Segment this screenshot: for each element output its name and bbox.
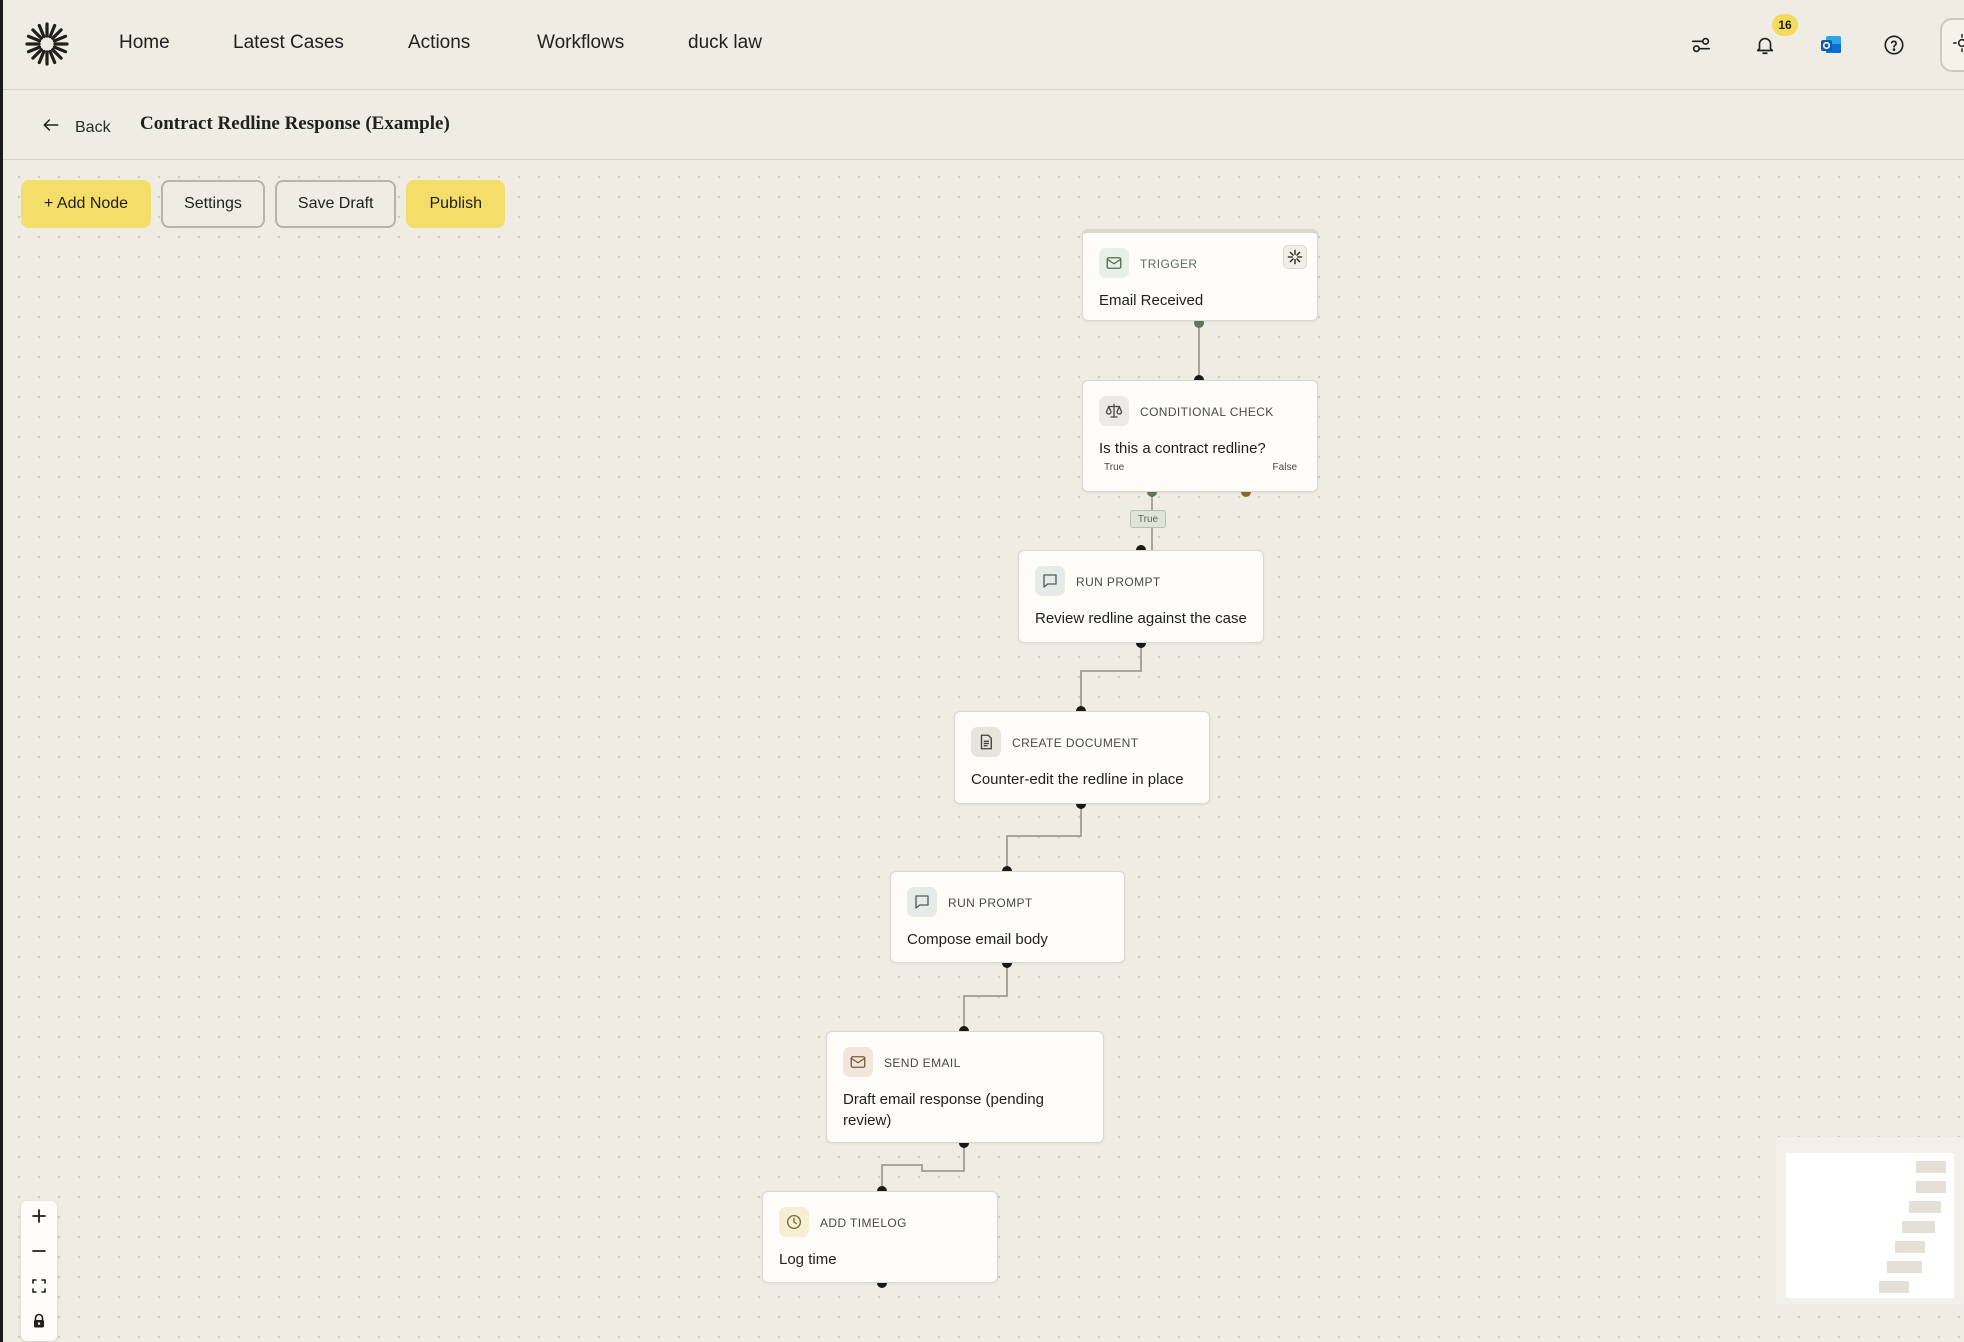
minimap-node	[1909, 1201, 1941, 1213]
minimap-node	[1887, 1261, 1922, 1273]
true-branch-label: True	[1104, 462, 1125, 473]
node-label: Is this a contract redline?	[1099, 440, 1266, 457]
nav-duck-law[interactable]: duck law	[688, 32, 762, 54]
lock-icon	[31, 1313, 47, 1334]
node-type-label: RUN PROMPT	[1076, 575, 1161, 589]
nav-workflows[interactable]: Workflows	[537, 32, 624, 54]
false-branch-label: False	[1272, 462, 1297, 473]
save-draft-button[interactable]: Save Draft	[274, 180, 397, 228]
minimap-node	[1895, 1241, 1925, 1253]
document-icon	[971, 727, 1001, 757]
back-button[interactable]: Back	[41, 115, 111, 140]
node-trigger[interactable]: TRIGGER Email Received	[1082, 229, 1318, 321]
minimap-node	[1916, 1161, 1946, 1173]
publish-button[interactable]: Publish	[406, 180, 505, 228]
node-type-label: TRIGGER	[1140, 257, 1198, 271]
canvas-toolbar: + Add Node Settings Save Draft Publish	[21, 180, 505, 228]
app-logo-icon[interactable]	[23, 20, 71, 68]
node-settings-icon[interactable]	[1283, 245, 1307, 269]
node-send-email[interactable]: SEND EMAIL Draft email response (pending…	[826, 1031, 1104, 1143]
node-label: Counter-edit the redline in place	[971, 771, 1184, 788]
chat-icon	[1035, 566, 1065, 596]
node-create-document[interactable]: CREATE DOCUMENT Counter-edit the redline…	[954, 711, 1210, 804]
chat-icon	[907, 887, 937, 917]
mail-icon	[1099, 248, 1129, 278]
nav-latest-cases[interactable]: Latest Cases	[233, 32, 344, 54]
notification-badge: 16	[1772, 14, 1798, 36]
node-type-label: RUN PROMPT	[948, 896, 1033, 910]
bell-icon[interactable]	[1750, 30, 1780, 60]
clock-icon	[779, 1207, 809, 1237]
zoom-in-button[interactable]	[21, 1201, 57, 1236]
fit-view-button[interactable]	[21, 1271, 57, 1306]
outlook-icon[interactable]	[1819, 33, 1843, 57]
node-type-label: ADD TIMELOG	[820, 1216, 907, 1230]
settings-button[interactable]: Settings	[161, 180, 265, 228]
node-label: Email Received	[1099, 292, 1204, 309]
node-label: Draft email response (pending review)	[843, 1091, 1044, 1129]
plus-icon	[31, 1208, 47, 1229]
fit-view-icon	[31, 1278, 47, 1299]
nav-home[interactable]: Home	[119, 32, 170, 54]
nav-actions[interactable]: Actions	[408, 32, 470, 54]
minimap[interactable]	[1776, 1137, 1964, 1304]
workflow-header: Back Contract Redline Response (Example)	[3, 91, 1964, 160]
node-type-label: CREATE DOCUMENT	[1012, 736, 1139, 750]
node-label: Review redline against the case	[1035, 610, 1247, 627]
mail-icon	[843, 1047, 873, 1077]
node-run-prompt-compose[interactable]: RUN PROMPT Compose email body	[890, 871, 1125, 963]
zoom-controls	[21, 1201, 57, 1341]
minimap-node	[1879, 1281, 1909, 1293]
node-run-prompt-review[interactable]: RUN PROMPT Review redline against the ca…	[1018, 550, 1264, 643]
node-type-label: CONDITIONAL CHECK	[1140, 405, 1274, 419]
arrow-left-icon	[41, 115, 61, 140]
node-type-label: SEND EMAIL	[884, 1056, 961, 1070]
sun-icon	[1952, 33, 1964, 58]
top-nav: Home Latest Cases Actions Workflows duck…	[3, 0, 1964, 90]
node-conditional-check[interactable]: CONDITIONAL CHECK Is this a contract red…	[1082, 380, 1318, 492]
theme-toggle[interactable]	[1940, 18, 1964, 72]
minimap-node	[1916, 1181, 1946, 1193]
node-label: Log time	[779, 1251, 837, 1268]
filter-settings-icon[interactable]	[1686, 30, 1716, 60]
lock-button[interactable]	[21, 1306, 57, 1341]
minus-icon	[31, 1243, 47, 1264]
workflow-canvas[interactable]: + Add Node Settings Save Draft Publish T…	[3, 161, 1964, 1342]
minimap-viewport	[1786, 1153, 1954, 1298]
back-label: Back	[75, 118, 111, 136]
help-icon[interactable]	[1879, 30, 1909, 60]
add-node-button[interactable]: + Add Node	[21, 180, 152, 228]
minimap-node	[1902, 1221, 1935, 1233]
node-add-timelog[interactable]: ADD TIMELOG Log time	[762, 1191, 998, 1283]
zoom-out-button[interactable]	[21, 1236, 57, 1271]
edge-true-tag: True	[1130, 510, 1166, 528]
node-label: Compose email body	[907, 931, 1048, 948]
page-title: Contract Redline Response (Example)	[140, 113, 450, 134]
scale-icon	[1099, 396, 1129, 426]
